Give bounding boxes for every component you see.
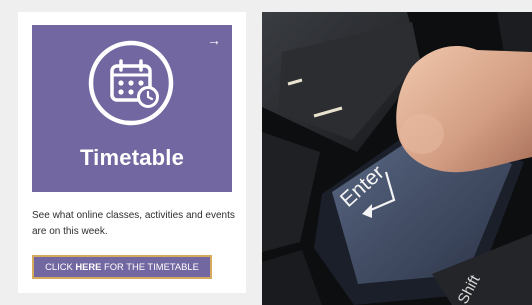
keyboard-illustration: Enter Shift — [262, 12, 532, 305]
tile-title: Timetable — [79, 145, 185, 170]
timetable-card: → Timetable See what online classes, act… — [18, 12, 246, 293]
cta-prefix: CLICK — [45, 261, 76, 272]
timetable-tile[interactable]: → Timetable — [32, 25, 232, 192]
arrow-right-icon[interactable]: → — [207, 33, 221, 47]
timetable-cta-button[interactable]: CLICK HERE FOR THE TIMETABLE — [32, 255, 212, 279]
calendar-clock-icon — [88, 40, 174, 126]
keyboard-photo: Enter Shift — [262, 12, 532, 305]
card-description: See what online classes, activities and … — [32, 210, 235, 237]
cta-emphasis: HERE — [75, 261, 102, 272]
cta-suffix: FOR THE TIMETABLE — [101, 261, 199, 272]
